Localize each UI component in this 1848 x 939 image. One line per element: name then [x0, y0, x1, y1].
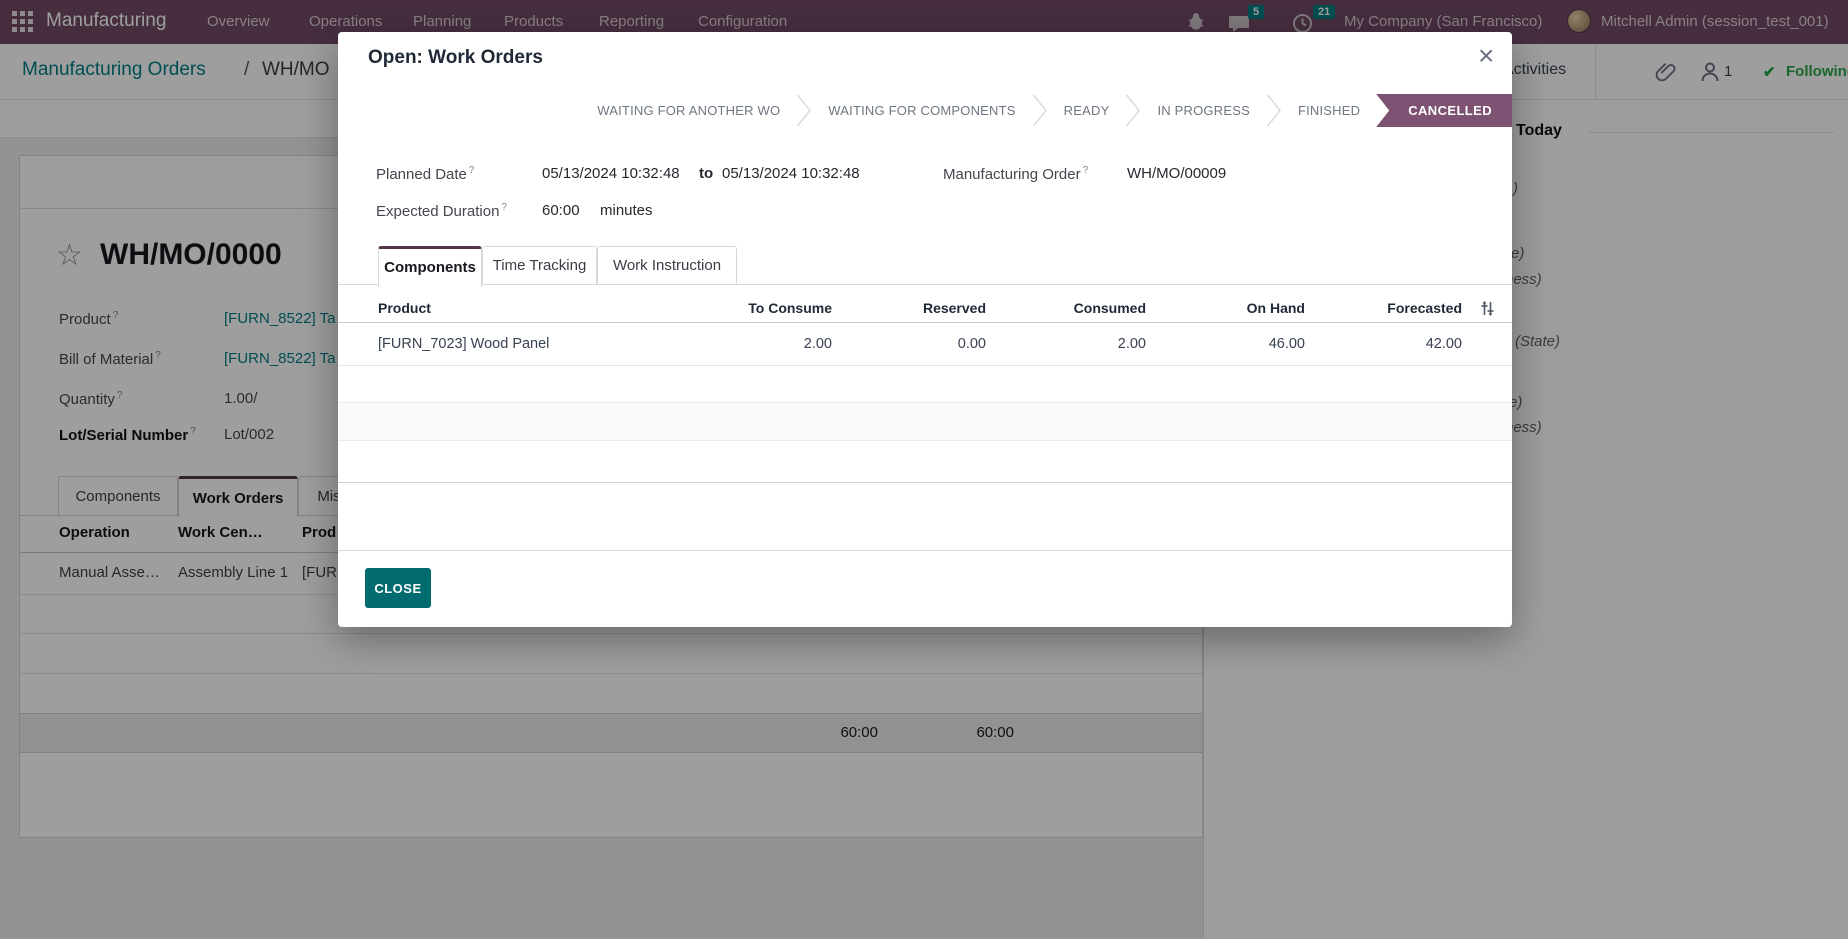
col-on-hand[interactable]: On Hand [1146, 294, 1305, 322]
status-waiting-another-wo[interactable]: WAITING FOR ANOTHER WO [581, 94, 796, 127]
planned-date-end[interactable]: 05/13/2024 10:32:48 [722, 165, 860, 182]
modal-title: Open: Work Orders [368, 47, 543, 68]
component-to-consume[interactable]: 2.00 [672, 323, 832, 365]
help-marker: ? [1082, 165, 1089, 176]
expected-duration-label: Expected Duration? [376, 202, 507, 220]
manufacturing-order-link[interactable]: WH/MO/00009 [1127, 165, 1226, 182]
work-orders-modal: Open: Work Orders × WAITING FOR ANOTHER … [338, 32, 1512, 627]
help-marker: ? [501, 202, 507, 213]
status-ready[interactable]: READY [1048, 94, 1126, 127]
col-reserved[interactable]: Reserved [832, 294, 986, 322]
optional-columns-icon[interactable] [1480, 301, 1495, 316]
date-range-separator: to [699, 165, 714, 182]
col-to-consume[interactable]: To Consume [672, 294, 832, 322]
manufacturing-order-label: Manufacturing Order? [943, 165, 1089, 183]
empty-table-row [338, 403, 1512, 441]
planned-date-label: Planned Date? [376, 165, 475, 183]
col-product[interactable]: Product [338, 294, 672, 322]
planned-date-start[interactable]: 05/13/2024 10:32:48 [542, 165, 680, 182]
step-separator-icon [797, 94, 812, 127]
status-finished[interactable]: FINISHED [1282, 94, 1376, 127]
table-bottom-border [338, 482, 1512, 483]
status-waiting-components[interactable]: WAITING FOR COMPONENTS [812, 94, 1031, 127]
component-reserved[interactable]: 0.00 [832, 323, 986, 365]
tab-work-instruction[interactable]: Work Instruction [597, 246, 737, 284]
close-icon[interactable]: × [1478, 42, 1494, 70]
component-consumed[interactable]: 2.00 [986, 323, 1146, 365]
col-consumed[interactable]: Consumed [986, 294, 1146, 322]
step-separator-icon [1126, 94, 1141, 127]
tab-time-tracking[interactable]: Time Tracking [482, 246, 597, 284]
close-button[interactable]: CLOSE [365, 568, 431, 608]
components-table-header: Product To Consume Reserved Consumed On … [338, 294, 1512, 323]
step-separator-icon [1266, 94, 1281, 127]
component-product[interactable]: [FURN_7023] Wood Panel [338, 323, 672, 365]
col-forecasted[interactable]: Forecasted [1305, 294, 1462, 322]
help-marker: ? [468, 165, 475, 176]
status-cancelled-active[interactable]: CANCELLED [1376, 94, 1512, 127]
screen: Manufacturing Overview Operations Planni… [0, 0, 1848, 939]
status-bar: WAITING FOR ANOTHER WO WAITING FOR COMPO… [581, 94, 1512, 127]
component-row[interactable]: [FURN_7023] Wood Panel 2.00 0.00 2.00 46… [338, 323, 1512, 366]
empty-table-row [338, 366, 1512, 403]
step-separator-icon [1032, 94, 1047, 127]
optional-columns-cell [1462, 294, 1512, 322]
status-in-progress[interactable]: IN PROGRESS [1141, 94, 1266, 127]
expected-duration-unit: minutes [600, 202, 653, 219]
component-forecasted[interactable]: 42.00 [1305, 323, 1462, 365]
row-icon-spacer [1462, 323, 1512, 365]
expected-duration-value[interactable]: 60:00 [542, 202, 580, 219]
tab-components[interactable]: Components [378, 246, 482, 287]
component-on-hand[interactable]: 46.00 [1146, 323, 1305, 365]
modal-footer-divider [338, 550, 1512, 551]
empty-table-row [338, 441, 1512, 482]
